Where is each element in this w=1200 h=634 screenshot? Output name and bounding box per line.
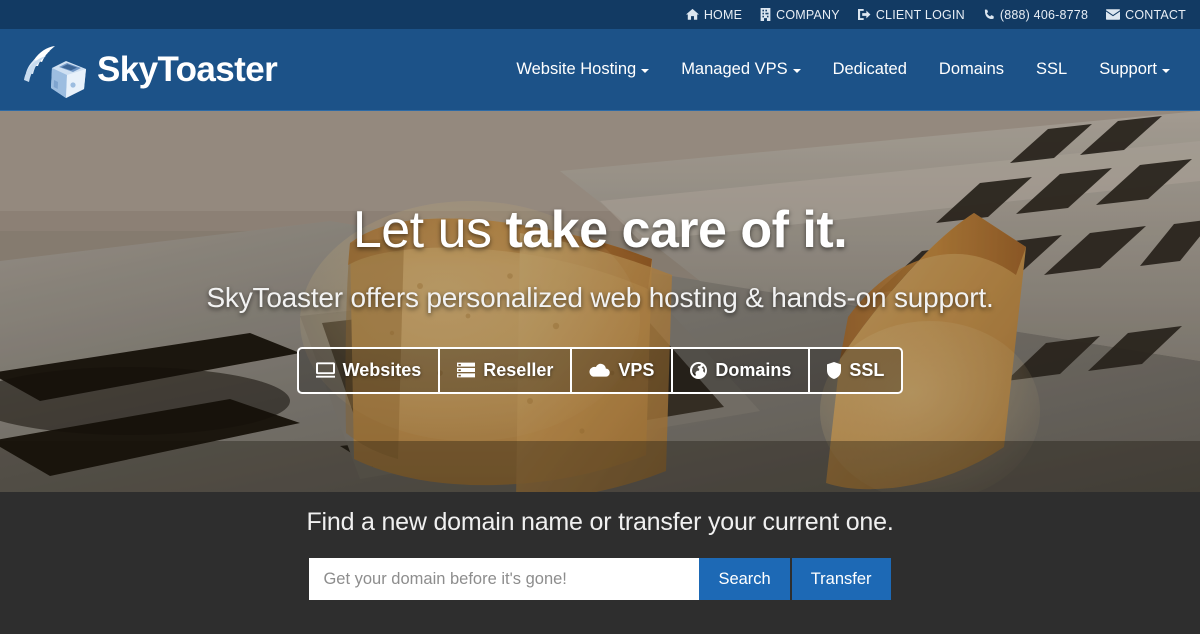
hero-content: Let us take care of it. SkyToaster offer… [0, 111, 1200, 492]
hero-button-label: VPS [618, 359, 655, 380]
nav-item-ssl[interactable]: SSL [1020, 50, 1083, 89]
domain-transfer-button[interactable]: Transfer [791, 558, 891, 600]
hero-button-vps[interactable]: VPS [572, 348, 674, 392]
topbar-link-client-login[interactable]: CLIENT LOGIN [857, 7, 965, 22]
top-utility-links: HOME COMPANY CLIENT LOGIN (888) 406-8778 [685, 7, 1186, 22]
server-stack-icon [457, 362, 476, 378]
sign-in-icon [857, 8, 871, 21]
domain-search-section: Find a new domain name or transfer your … [0, 492, 1200, 634]
hero-button-websites[interactable]: Websites [299, 348, 441, 392]
cloud-icon [589, 363, 611, 377]
domain-search-heading: Find a new domain name or transfer your … [306, 508, 894, 536]
nav-item-support[interactable]: Support [1083, 50, 1186, 89]
topbar-link-label: CONTACT [1125, 7, 1186, 22]
topbar-link-home[interactable]: HOME [685, 7, 743, 22]
hero-section: Let us take care of it. SkyToaster offer… [0, 111, 1200, 492]
globe-icon [690, 361, 708, 379]
hero-button-label: Reseller [483, 359, 554, 380]
hero-button-label: Domains [715, 359, 792, 380]
nav-item-managed-vps[interactable]: Managed VPS [665, 50, 816, 89]
phone-icon [983, 8, 995, 21]
topbar-link-company[interactable]: COMPANY [760, 8, 840, 22]
building-icon [760, 8, 771, 21]
topbar-link-label: COMPANY [776, 7, 840, 22]
nav-item-website-hosting[interactable]: Website Hosting [500, 50, 665, 89]
nav-item-label: SSL [1036, 60, 1068, 78]
topbar-link-contact[interactable]: CONTACT [1106, 8, 1186, 22]
shield-icon [827, 361, 842, 379]
nav-item-domains[interactable]: Domains [923, 50, 1020, 89]
winged-toaster-logo [24, 45, 86, 98]
topbar-link-phone[interactable]: (888) 406-8778 [983, 8, 1088, 22]
desktop-monitor-icon [315, 362, 335, 378]
hero-button-label: Websites [342, 359, 422, 380]
main-navigation: Website Hosting Managed VPS Dedicated Do… [500, 50, 1186, 89]
top-utility-bar: HOME COMPANY CLIENT LOGIN (888) 406-8778 [0, 0, 1200, 29]
envelope-icon [1106, 9, 1121, 20]
nav-item-label: Dedicated [832, 60, 907, 78]
domain-search-input[interactable] [309, 558, 700, 600]
brand-name: SkyToaster [97, 50, 278, 89]
topbar-link-label: (888) 406-8778 [999, 7, 1089, 22]
hero-subtitle: SkyToaster offers personalized web hosti… [206, 281, 994, 313]
hero-button-domains[interactable]: Domains [673, 348, 811, 392]
domain-search-button[interactable]: Search [699, 558, 790, 600]
hero-button-reseller[interactable]: Reseller [440, 348, 573, 392]
topbar-link-label: CLIENT LOGIN [875, 7, 965, 22]
hero-button-label: SSL [849, 359, 885, 380]
hero-button-group: Websites Reseller VPS Domains SSL [296, 346, 904, 394]
nav-item-dedicated[interactable]: Dedicated [817, 50, 923, 89]
domain-search-form: Search Transfer [309, 558, 891, 600]
chevron-down-icon [792, 69, 801, 73]
chevron-down-icon [641, 69, 650, 73]
nav-item-label: Support [1099, 60, 1157, 78]
topbar-link-label: HOME [703, 7, 743, 22]
hero-button-ssl[interactable]: SSL [810, 349, 901, 392]
chevron-down-icon [1162, 69, 1170, 73]
nav-item-label: Managed VPS [681, 60, 788, 78]
site-header: SkyToaster Website Hosting Managed VPS D… [0, 29, 1200, 111]
hero-title-bold: take care of it. [505, 201, 848, 259]
home-icon [685, 8, 699, 21]
brand-logo-link[interactable]: SkyToaster [22, 40, 278, 100]
hero-title-light: Let us [352, 201, 506, 259]
nav-item-label: Domains [938, 60, 1005, 78]
nav-item-label: Website Hosting [516, 60, 637, 78]
hero-title: Let us take care of it. [352, 201, 848, 259]
